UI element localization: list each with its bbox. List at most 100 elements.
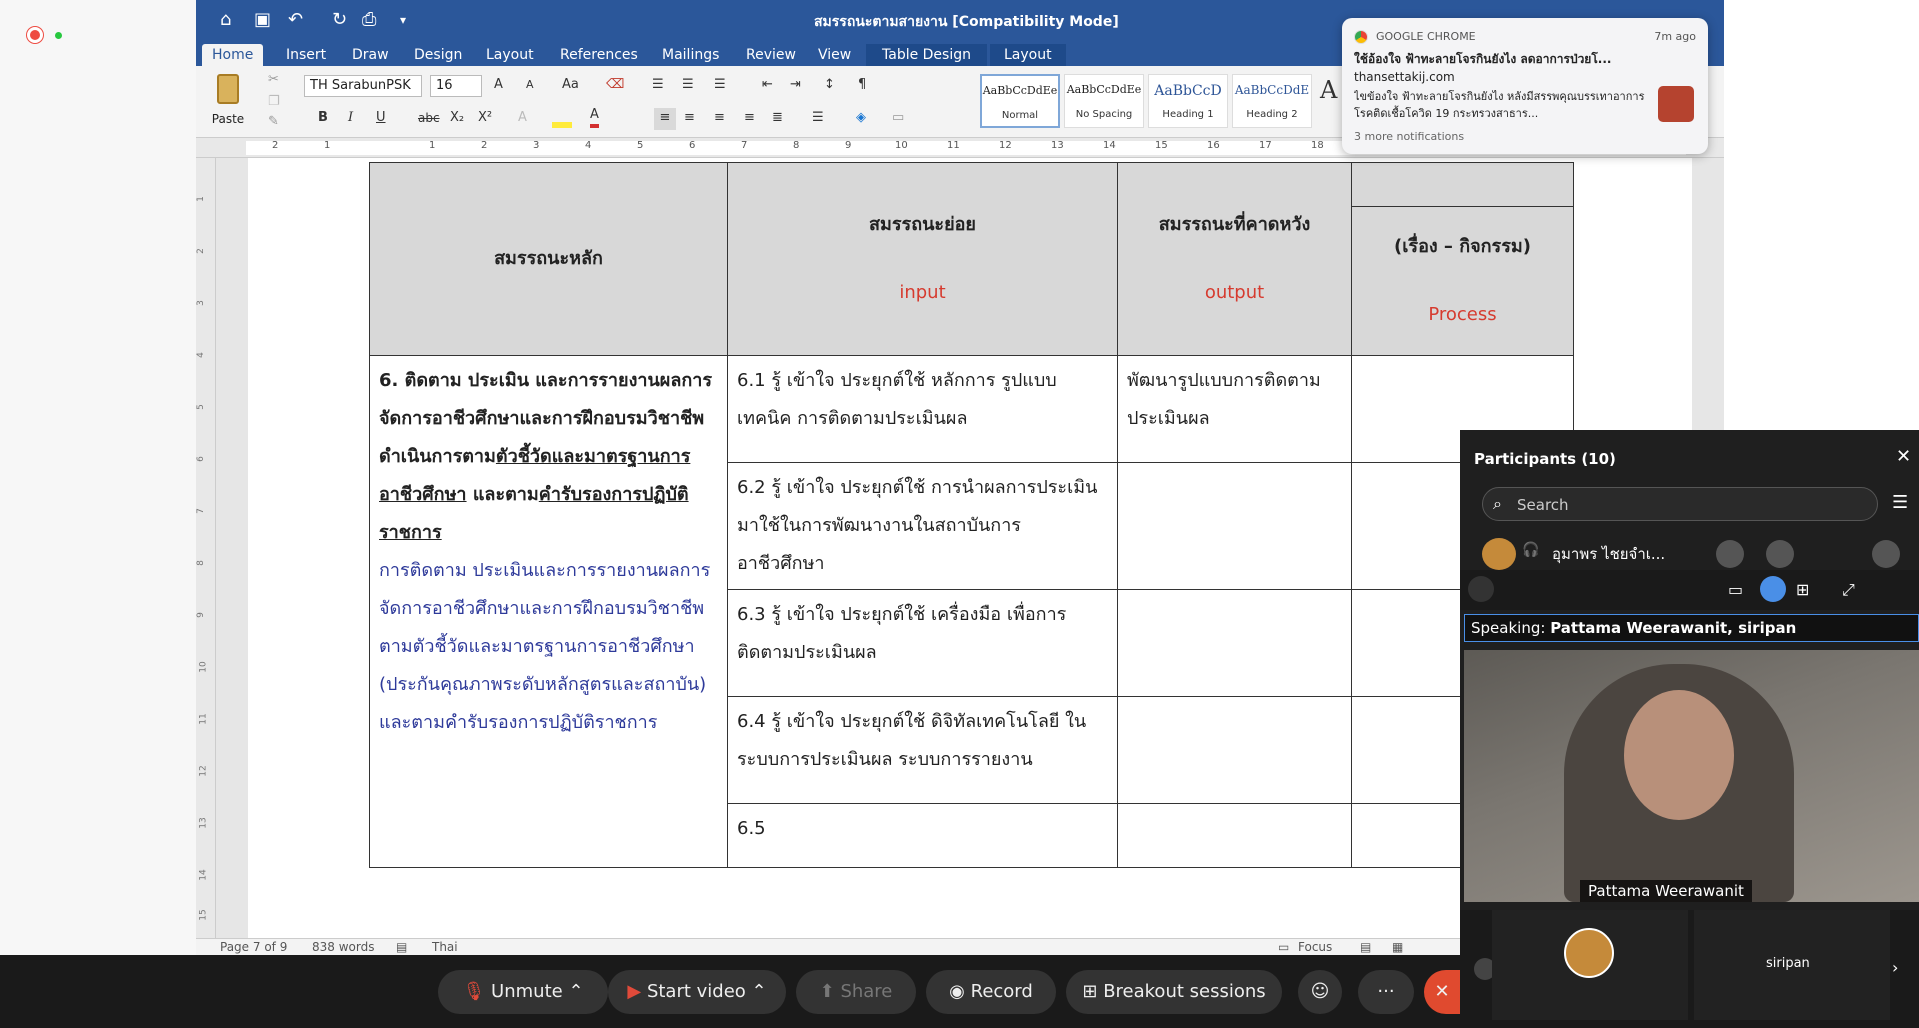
- multilevel-list-icon[interactable]: ☰: [714, 75, 726, 97]
- header-main[interactable]: สมรรถนะหลัก: [369, 162, 728, 356]
- main-competency-cell[interactable]: 6. ติดตาม ประเมิน และการรายงานผลการจัดกา…: [369, 355, 728, 868]
- participant-row[interactable]: 🎧 อุมาพร ไชยจำเ...: [1460, 534, 1919, 570]
- start-video-button[interactable]: ▶ Start video ⌃: [608, 970, 786, 1014]
- justify-icon[interactable]: ≡: [744, 108, 755, 130]
- clear-formatting-icon[interactable]: ⌫: [606, 75, 624, 97]
- strikethrough-button[interactable]: abc: [418, 108, 440, 130]
- vertical-ruler[interactable]: 1 2 3 4 5 6 7 8 9 10 11 12 13 14 15: [196, 158, 216, 938]
- header-expected[interactable]: สมรรถนะที่คาดหวัง output: [1117, 162, 1352, 356]
- font-name-select[interactable]: TH SarabunPSK: [304, 75, 422, 97]
- active-speaker-video[interactable]: Pattama Weerawanit: [1464, 650, 1919, 902]
- participant-thumbnail[interactable]: [1492, 910, 1688, 1020]
- tab-layout[interactable]: Layout: [482, 44, 538, 66]
- numbering-icon[interactable]: ☰: [682, 75, 694, 97]
- sub-competency-cell[interactable]: 6.4 รู้ เข้าใจ ประยุกต์ใช้ ดิจิทัลเทคโนโ…: [727, 696, 1118, 804]
- decrease-indent-icon[interactable]: ⇤: [762, 75, 773, 97]
- format-painter-icon[interactable]: ✎: [268, 112, 279, 134]
- header-sub[interactable]: สมรรถนะย่อย input: [727, 162, 1118, 356]
- speaker-view-icon[interactable]: [1760, 576, 1786, 602]
- tab-table-design[interactable]: Table Design: [866, 44, 987, 66]
- borders-icon[interactable]: ▭: [892, 108, 904, 130]
- focus-icon[interactable]: ▭: [1278, 940, 1289, 954]
- expected-cell[interactable]: [1117, 589, 1352, 697]
- underline-button[interactable]: U: [376, 108, 386, 130]
- tab-insert[interactable]: Insert: [282, 44, 330, 66]
- raise-hand-icon[interactable]: [1716, 540, 1744, 568]
- bold-button[interactable]: B: [318, 108, 328, 130]
- leave-button[interactable]: ✕: [1424, 970, 1460, 1014]
- tab-draw[interactable]: Draw: [348, 44, 393, 66]
- notification-more[interactable]: 3 more notifications: [1354, 130, 1464, 143]
- expected-cell[interactable]: [1117, 803, 1352, 868]
- bullets-icon[interactable]: ☰: [652, 75, 664, 97]
- distributed-icon[interactable]: ≣: [772, 108, 783, 130]
- close-panel-icon[interactable]: ✕: [1896, 446, 1911, 467]
- breakout-sessions-button[interactable]: ⊞ Breakout sessions: [1066, 970, 1282, 1014]
- web-layout-icon[interactable]: ▦: [1392, 940, 1403, 954]
- gallery-view-icon[interactable]: ⊞: [1796, 580, 1809, 599]
- show-marks-button[interactable]: ¶: [858, 75, 866, 97]
- tab-view[interactable]: View: [814, 44, 855, 66]
- proofing-icon[interactable]: ▤: [396, 940, 407, 954]
- header-process-top[interactable]: [1351, 162, 1574, 207]
- mic-muted-icon[interactable]: [1872, 540, 1900, 568]
- print-layout-icon[interactable]: ▤: [1360, 940, 1371, 954]
- align-left-icon[interactable]: ≡: [654, 108, 676, 130]
- paste-button[interactable]: Paste: [208, 70, 248, 134]
- style-normal[interactable]: AaBbCcDdEe Normal: [980, 74, 1060, 128]
- sub-competency-cell[interactable]: 6.3 รู้ เข้าใจ ประยุกต์ใช้ เครื่องมือ เพ…: [727, 589, 1118, 697]
- grow-font-button[interactable]: A: [494, 75, 503, 97]
- expected-cell[interactable]: [1117, 462, 1352, 590]
- pip-icon[interactable]: ▭: [1728, 580, 1743, 599]
- chrome-notification[interactable]: GOOGLE CHROME 7m ago ใช้อ้องใจ ฟ้าทะลายโ…: [1342, 18, 1708, 154]
- change-case-button[interactable]: Aa: [562, 75, 579, 97]
- copy-icon[interactable]: ❐: [268, 92, 280, 114]
- sub-competency-cell[interactable]: 6.1 รู้ เข้าใจ ประยุกต์ใช้ หลักการ รูปแบ…: [727, 355, 1118, 463]
- page-count[interactable]: Page 7 of 9: [220, 940, 287, 954]
- tab-table-layout[interactable]: Layout: [990, 44, 1066, 66]
- save-icon[interactable]: ▣: [254, 10, 271, 30]
- subscript-button[interactable]: X₂: [450, 108, 464, 130]
- home-icon[interactable]: ⌂: [220, 10, 231, 30]
- focus-button[interactable]: Focus: [1298, 940, 1332, 954]
- participants-search[interactable]: ⌕ Search: [1482, 487, 1878, 521]
- style-heading-1[interactable]: AaBbCcD Heading 1: [1148, 74, 1228, 128]
- sub-competency-cell[interactable]: 6.5: [727, 803, 1118, 868]
- word-count[interactable]: 838 words: [312, 940, 374, 954]
- text-effects-button[interactable]: A: [518, 108, 527, 130]
- sort-icon[interactable]: ↕: [824, 75, 835, 97]
- sub-competency-cell[interactable]: 6.2 รู้ เข้าใจ ประยุกต์ใช้ การนำผลการประ…: [727, 462, 1118, 590]
- header-process[interactable]: (เรื่อง – กิจกรรม) Process: [1351, 206, 1574, 356]
- tab-review[interactable]: Review: [742, 44, 800, 66]
- more-button[interactable]: ···: [1358, 970, 1414, 1014]
- increase-indent-icon[interactable]: ⇥: [790, 75, 801, 97]
- line-spacing-icon[interactable]: ☰: [812, 108, 824, 130]
- record-button[interactable]: ◉ Record: [926, 970, 1056, 1014]
- expected-cell[interactable]: พัฒนารูปแบบการติดตามประเมินผล: [1117, 355, 1352, 463]
- style-title-preview[interactable]: A: [1320, 78, 1337, 102]
- tab-mailings[interactable]: Mailings: [658, 44, 723, 66]
- language[interactable]: Thai: [432, 940, 458, 954]
- maximize-window-icon[interactable]: [55, 32, 62, 39]
- sort-list-icon[interactable]: ☰: [1892, 492, 1908, 513]
- italic-button[interactable]: I: [348, 108, 353, 130]
- print-icon[interactable]: ⎙: [362, 10, 376, 30]
- close-window-icon[interactable]: [27, 27, 43, 43]
- cut-icon[interactable]: ✂: [268, 70, 279, 92]
- font-size-select[interactable]: 16: [430, 75, 482, 97]
- superscript-button[interactable]: X²: [478, 108, 492, 130]
- collapse-icon[interactable]: [1468, 576, 1494, 602]
- tab-references[interactable]: References: [556, 44, 642, 66]
- participant-thumbnail[interactable]: siripan: [1694, 910, 1890, 1020]
- style-no-spacing[interactable]: AaBbCcDdEe No Spacing: [1064, 74, 1144, 128]
- shrink-font-button[interactable]: A: [526, 75, 534, 97]
- tab-design[interactable]: Design: [410, 44, 466, 66]
- font-color-button[interactable]: A: [590, 106, 599, 128]
- style-heading-2[interactable]: AaBbCcDdE Heading 2: [1232, 74, 1312, 128]
- expected-cell[interactable]: [1117, 696, 1352, 804]
- share-button[interactable]: ⬆ Share: [796, 970, 916, 1014]
- tab-home[interactable]: Home: [202, 44, 264, 66]
- reactions-button[interactable]: ☺: [1298, 970, 1342, 1014]
- align-center-icon[interactable]: ≡: [684, 108, 695, 130]
- customize-toolbar-icon[interactable]: ▾: [400, 10, 406, 30]
